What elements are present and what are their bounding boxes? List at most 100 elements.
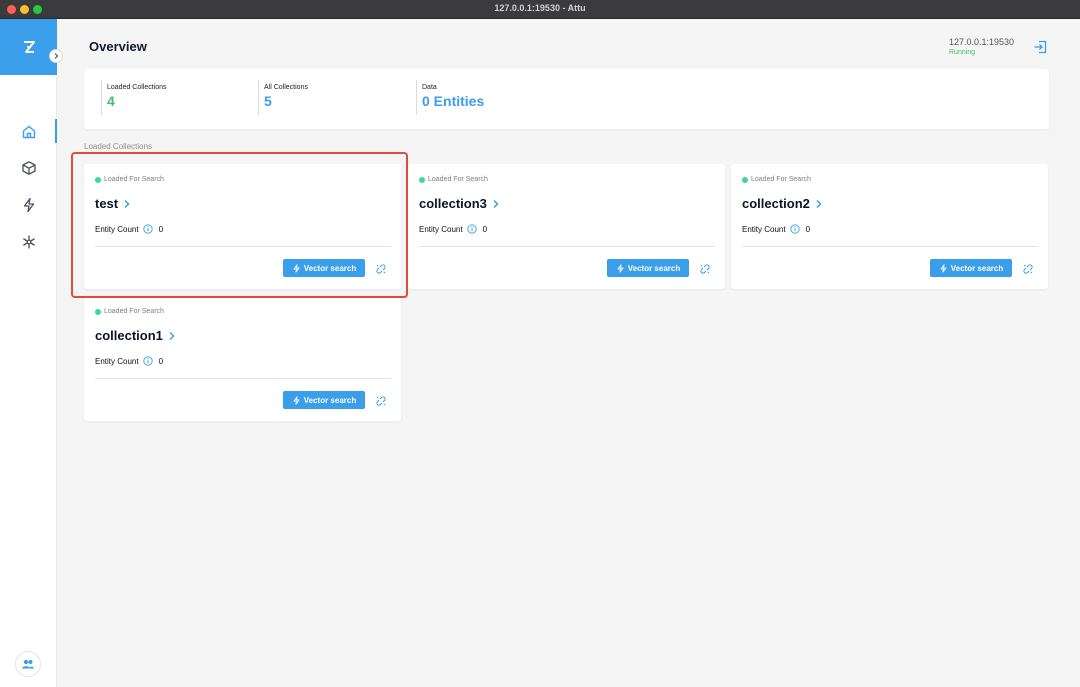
nav-item-overview[interactable] (14, 119, 44, 145)
vector-search-button[interactable]: Vector search (930, 259, 1012, 277)
vector-search-button[interactable]: Vector search (283, 391, 365, 409)
section-label: Loaded Collections (84, 142, 153, 151)
card-divider (95, 378, 391, 379)
load-status: Loaded For Search (95, 308, 164, 315)
release-button[interactable] (375, 395, 386, 406)
cube-icon (22, 161, 36, 175)
collection-card-collection2: Loaded For Search collection2 Entity Cou… (731, 164, 1048, 289)
entity-count-label: Entity Count (742, 224, 786, 234)
stat-data: Data 0 Entities (416, 80, 484, 115)
nav-item-collections[interactable] (14, 155, 44, 181)
chevron-right-icon (123, 199, 131, 209)
stat-loaded-collections: Loaded Collections 4 (101, 80, 167, 115)
status-dot (95, 308, 101, 315)
card-divider (95, 246, 391, 247)
vector-search-button[interactable]: Vector search (283, 259, 365, 277)
entity-count-value: 0 (158, 356, 164, 366)
app-logo[interactable] (0, 19, 57, 75)
card-divider (419, 246, 715, 247)
home-icon (22, 125, 36, 139)
nav-item-search[interactable] (14, 192, 44, 218)
lightning-icon (293, 395, 300, 405)
entity-count-value: 0 (805, 224, 811, 234)
load-status-text: Loaded For Search (104, 176, 164, 183)
stat-label: Data (422, 84, 437, 91)
collection-link[interactable]: collection2 (742, 196, 823, 211)
sidebar-collapse-button[interactable] (49, 49, 63, 63)
chevron-right-icon (492, 199, 500, 209)
entity-count-row: Entity Count 0 (742, 224, 810, 234)
lightning-icon (940, 263, 947, 273)
entity-count-label: Entity Count (419, 224, 463, 234)
info-icon[interactable] (466, 224, 477, 234)
release-button[interactable] (375, 263, 386, 274)
entity-count-row: Entity Count 0 (95, 224, 163, 234)
entity-count-row: Entity Count 0 (419, 224, 487, 234)
nav-active-indicator (55, 119, 57, 143)
release-button[interactable] (1022, 263, 1033, 274)
lightning-icon (293, 263, 300, 273)
entity-count-label: Entity Count (95, 224, 139, 234)
status-dot (742, 176, 748, 183)
window-title: 127.0.0.1:19530 - Attu (494, 3, 586, 13)
nav-item-system[interactable] (14, 229, 44, 255)
info-icon[interactable] (142, 224, 153, 234)
collection-name: test (95, 196, 119, 211)
load-status-text: Loaded For Search (751, 176, 811, 183)
collection-card-collection1: Loaded For Search collection1 Entity Cou… (84, 296, 401, 421)
collection-link[interactable]: collection1 (95, 328, 176, 343)
stat-label: All Collections (264, 84, 308, 91)
stat-value: 4 (107, 93, 115, 109)
unlink-icon (699, 263, 710, 274)
entity-count-label: Entity Count (95, 356, 139, 366)
collection-name: collection2 (742, 196, 810, 211)
stat-value: 5 (264, 93, 272, 109)
vector-search-label: Vector search (950, 263, 1004, 273)
chevron-right-icon (168, 331, 176, 341)
asterisk-icon (23, 235, 35, 249)
users-icon (22, 659, 34, 669)
entity-count-value: 0 (158, 224, 164, 234)
collection-card-collection3: Loaded For Search collection3 Entity Cou… (408, 164, 725, 289)
chevron-right-icon (815, 199, 823, 209)
unlink-icon (375, 263, 386, 274)
chevron-right-icon (54, 53, 59, 59)
server-address: 127.0.0.1:19530 (949, 37, 1015, 47)
entity-count-row: Entity Count 0 (95, 356, 163, 366)
window-titlebar: 127.0.0.1:19530 - Attu (0, 0, 1080, 19)
collection-card-test: Loaded For Search test Entity Count 0 Vec… (84, 164, 401, 289)
stat-label: Loaded Collections (107, 84, 167, 91)
info-icon[interactable] (142, 356, 153, 366)
page-title: Overview (89, 39, 147, 54)
collection-name: collection1 (95, 328, 163, 343)
logout-icon (1034, 40, 1047, 54)
status-dot (419, 176, 425, 183)
load-status: Loaded For Search (95, 176, 164, 183)
logout-button[interactable] (1032, 39, 1048, 55)
stats-panel: Loaded Collections 4 All Collections 5 D… (84, 69, 1049, 129)
connection-status: Running (949, 49, 976, 56)
stat-all-collections: All Collections 5 (258, 80, 308, 115)
sidebar (0, 19, 57, 687)
entity-count-value: 0 (482, 224, 488, 234)
lightning-icon (23, 197, 35, 213)
card-divider (742, 246, 1038, 247)
collection-link[interactable]: test (95, 196, 131, 211)
vector-search-label: Vector search (303, 395, 357, 405)
vector-search-button[interactable]: Vector search (607, 259, 689, 277)
vector-search-label: Vector search (303, 263, 357, 273)
collection-link[interactable]: collection3 (419, 196, 500, 211)
info-icon[interactable] (789, 224, 800, 234)
status-dot (95, 176, 101, 183)
unlink-icon (375, 395, 386, 406)
load-status: Loaded For Search (419, 176, 488, 183)
release-button[interactable] (699, 263, 710, 274)
unlink-icon (1022, 263, 1033, 274)
load-status-text: Loaded For Search (104, 308, 164, 315)
stat-value: 0 Entities (422, 93, 485, 109)
vector-search-label: Vector search (627, 263, 681, 273)
load-status: Loaded For Search (742, 176, 811, 183)
users-button[interactable] (15, 651, 41, 677)
load-status-text: Loaded For Search (428, 176, 488, 183)
attu-logo-icon (23, 41, 35, 53)
